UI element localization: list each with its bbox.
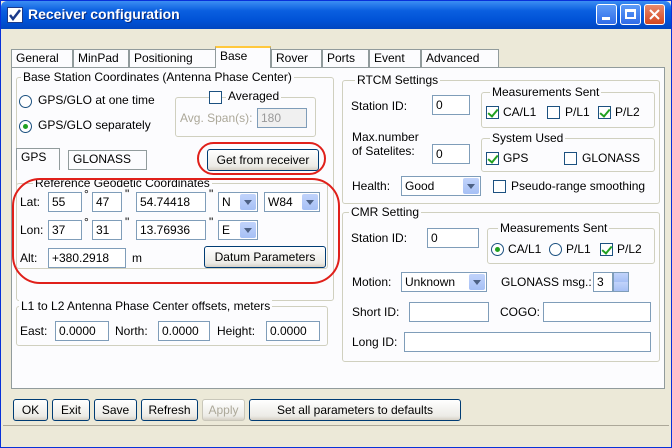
- cmr-p-l2-label: P/L2: [617, 242, 642, 256]
- motion-value: Unknown: [405, 275, 456, 289]
- glonass-label: GLONASS: [582, 151, 641, 165]
- rtcm-p-l2-label: P/L2: [615, 105, 640, 119]
- east-label: East:: [20, 324, 48, 338]
- tab-event[interactable]: Event: [369, 49, 421, 67]
- cmr-ca-l1-label: CA/L1: [508, 242, 542, 256]
- cogo-label: COGO:: [500, 305, 541, 319]
- cmr-ca-l1-radio[interactable]: [491, 243, 504, 256]
- radio-one-time-label: GPS/GLO at one time: [38, 93, 155, 107]
- base-tab-panel: Base Station Coordinates (Antenna Phase …: [11, 67, 665, 389]
- chevron-down-icon: [469, 274, 485, 290]
- tab-ports[interactable]: Ports: [322, 49, 369, 67]
- cmr-group-label: CMR Setting: [349, 205, 422, 219]
- east-input[interactable]: 0.0000: [55, 321, 109, 341]
- set-defaults-button[interactable]: Set all parameters to defaults: [249, 399, 461, 421]
- window-title: Receiver configuration: [28, 6, 180, 22]
- save-button[interactable]: Save: [94, 399, 137, 421]
- gps-label: GPS: [503, 151, 529, 165]
- averaged-checkbox[interactable]: [209, 91, 222, 104]
- close-icon: [649, 9, 660, 20]
- glonass-msg-input[interactable]: 3: [593, 272, 613, 292]
- gps-checkbox[interactable]: [486, 152, 499, 165]
- max-sat-label-1: Max.number: [352, 130, 419, 144]
- cmr-station-id-input[interactable]: 0: [427, 228, 479, 248]
- motion-label: Motion:: [352, 275, 392, 289]
- exit-button[interactable]: Exit: [52, 399, 90, 421]
- height-label: Height:: [217, 324, 256, 338]
- cmr-p-l2-checkbox[interactable]: [600, 243, 613, 256]
- base-station-group-label: Base Station Coordinates (Antenna Phase …: [21, 70, 294, 84]
- glonass-msg-spinner[interactable]: [613, 272, 629, 292]
- close-button[interactable]: [644, 4, 665, 25]
- spin-down-icon[interactable]: [614, 282, 628, 291]
- refresh-button[interactable]: Refresh: [141, 399, 198, 421]
- tab-minpad[interactable]: MinPad: [73, 49, 129, 67]
- tab-base[interactable]: Base: [215, 46, 271, 68]
- avg-span-label: Avg. Span(s):: [180, 111, 253, 125]
- system-used-label: System Used: [490, 131, 566, 145]
- long-id-label: Long ID:: [352, 335, 398, 349]
- subtab-glonass[interactable]: GLONASS: [68, 150, 147, 170]
- ok-button[interactable]: OK: [13, 399, 48, 421]
- rtcm-station-id-input[interactable]: 0: [432, 95, 470, 115]
- radio-one-time[interactable]: [19, 95, 32, 108]
- pseudo-range-label: Pseudo-range smoothing: [511, 179, 646, 193]
- health-select[interactable]: Good: [401, 176, 481, 196]
- radio-separately[interactable]: [19, 120, 32, 133]
- glonass-checkbox[interactable]: [564, 152, 577, 165]
- highlight-get-from-receiver: [197, 142, 326, 175]
- minimize-icon: [602, 17, 610, 20]
- rtcm-group-label: RTCM Settings: [355, 73, 441, 87]
- short-id-label: Short ID:: [352, 305, 400, 319]
- long-id-input[interactable]: [404, 332, 651, 352]
- cmr-meas-label: Measurements Sent: [498, 221, 610, 235]
- health-label: Health:: [352, 179, 391, 193]
- rtcm-meas-label: Measurements Sent: [490, 85, 602, 99]
- tab-rover[interactable]: Rover: [271, 49, 322, 67]
- max-sat-label-2: of Satelites:: [352, 144, 415, 158]
- tab-advanced[interactable]: Advanced: [421, 49, 499, 67]
- health-value: Good: [405, 179, 435, 193]
- spin-up-icon[interactable]: [614, 273, 628, 282]
- short-id-input[interactable]: [409, 302, 489, 322]
- maximize-icon: [625, 9, 636, 19]
- offsets-group-label: L1 to L2 Antenna Phase Center offsets, m…: [19, 299, 273, 313]
- rtcm-p-l2-checkbox[interactable]: [598, 106, 611, 119]
- cmr-station-id-label: Station ID:: [351, 231, 408, 245]
- radio-separately-label: GPS/GLO separately: [38, 118, 151, 132]
- rtcm-p-l1-checkbox[interactable]: [547, 106, 560, 119]
- north-input[interactable]: 0.0000: [158, 321, 210, 341]
- averaged-label: Averaged: [226, 89, 282, 103]
- status-bar: [3, 425, 669, 446]
- rtcm-station-id-label: Station ID:: [351, 99, 408, 113]
- rtcm-p-l1-label: P/L1: [565, 105, 590, 119]
- highlight-geodetic: [12, 178, 340, 284]
- tab-general[interactable]: General: [11, 49, 73, 67]
- receiver-config-window: Receiver configuration General MinPad Po…: [0, 0, 672, 448]
- cmr-p-l1-label: P/L1: [566, 242, 591, 256]
- app-check-icon: [7, 7, 23, 23]
- tab-positioning[interactable]: Positioning: [129, 49, 217, 67]
- chevron-down-icon: [463, 178, 479, 194]
- cmr-p-l1-radio[interactable]: [549, 243, 562, 256]
- motion-select[interactable]: Unknown: [401, 272, 487, 292]
- height-input[interactable]: 0.0000: [266, 321, 320, 341]
- max-sat-input[interactable]: 0: [432, 144, 470, 164]
- maximize-button[interactable]: [620, 4, 641, 25]
- rtcm-ca-l1-label: CA/L1: [503, 105, 537, 119]
- subtab-gps[interactable]: GPS: [16, 148, 60, 170]
- apply-button[interactable]: Apply: [202, 399, 245, 421]
- glonass-msg-label: GLONASS msg.:: [501, 275, 592, 289]
- cogo-input[interactable]: [543, 302, 651, 322]
- north-label: North:: [115, 324, 148, 338]
- rtcm-ca-l1-checkbox[interactable]: [486, 106, 499, 119]
- minimize-button[interactable]: [596, 4, 617, 25]
- title-bar[interactable]: Receiver configuration: [1, 1, 671, 29]
- pseudo-range-checkbox[interactable]: [493, 180, 506, 193]
- avg-span-input[interactable]: 180: [257, 108, 307, 128]
